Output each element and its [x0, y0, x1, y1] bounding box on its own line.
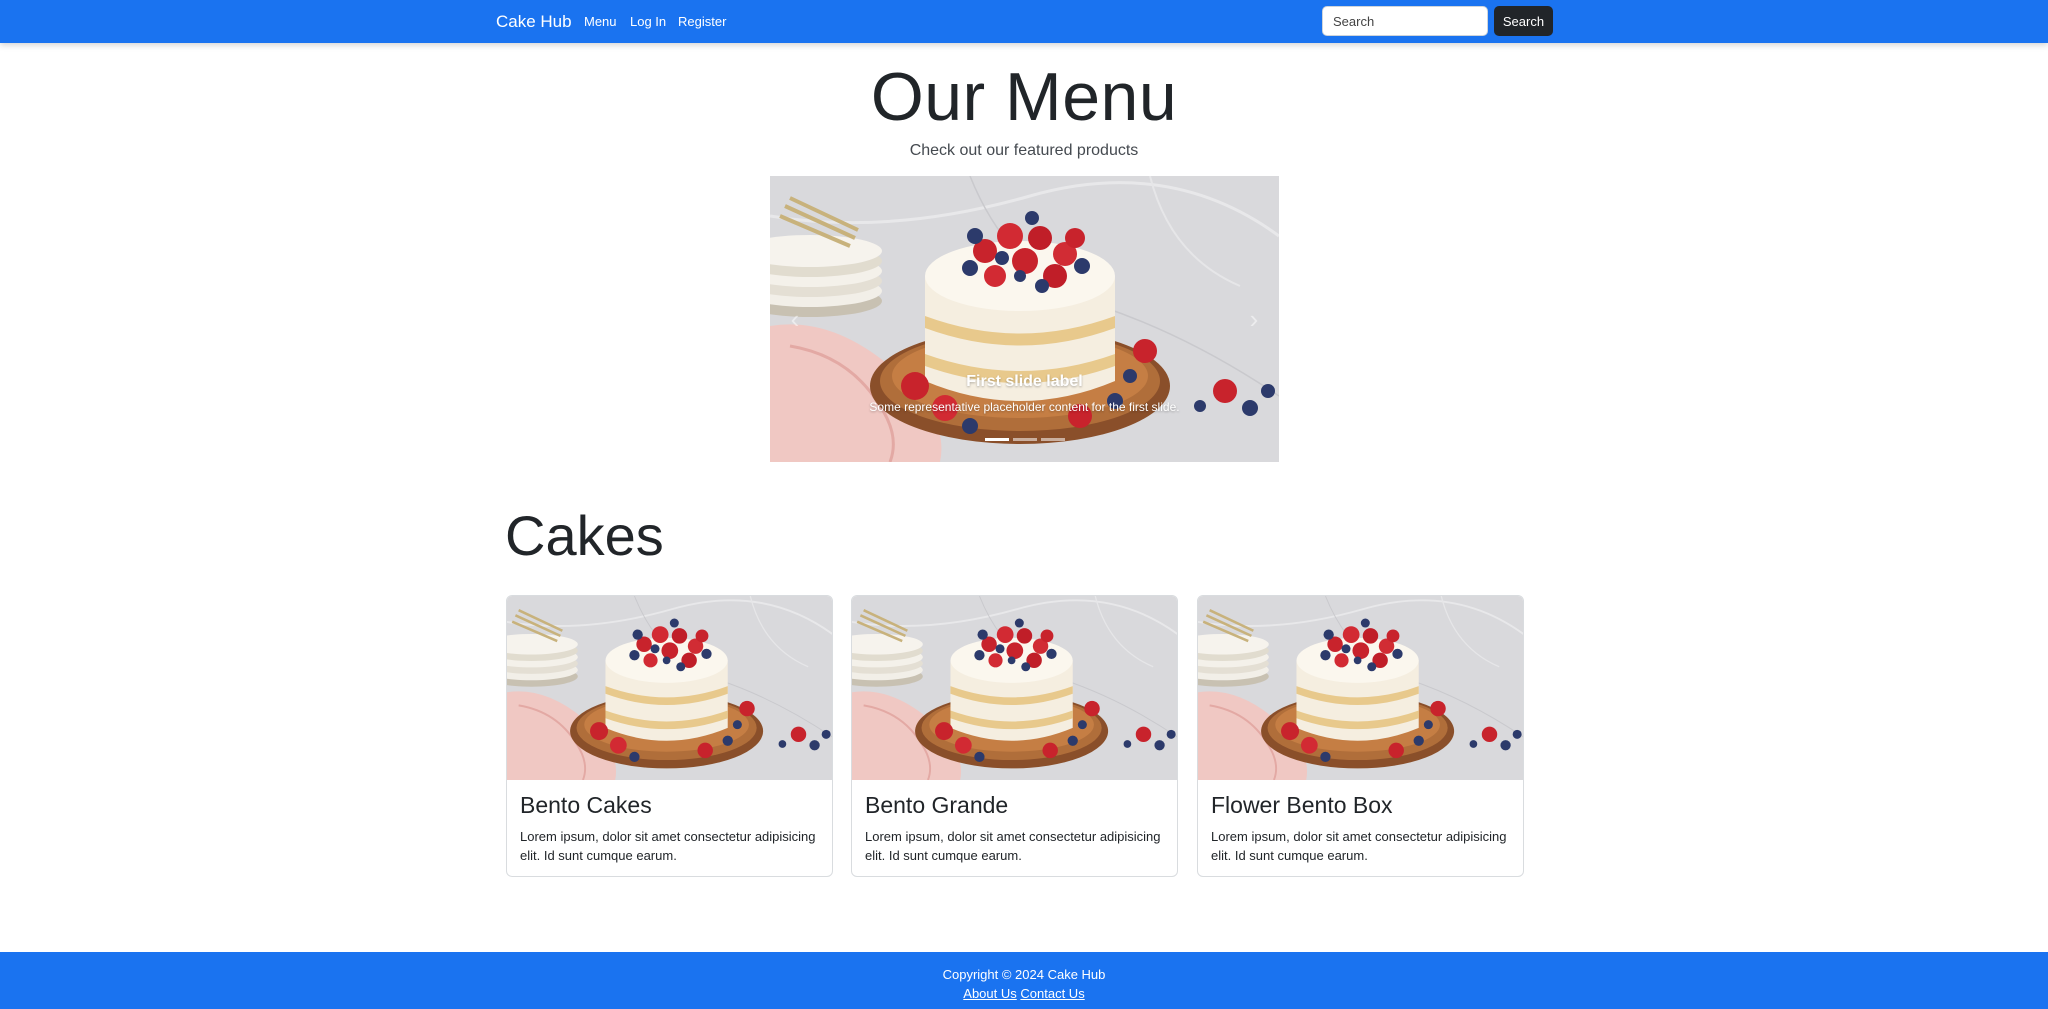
card-image [852, 596, 1177, 780]
carousel-caption-text: Some representative placeholder content … [869, 400, 1180, 414]
product-card[interactable]: Bento Cakes Lorem ipsum, dolor sit amet … [506, 595, 833, 877]
search-button[interactable]: Search [1494, 6, 1553, 36]
card-title: Flower Bento Box [1211, 792, 1393, 818]
product-card[interactable]: Flower Bento Box Lorem ipsum, dolor sit … [1197, 595, 1524, 877]
brand-link[interactable]: Cake Hub [496, 12, 572, 32]
footer: Copyright © 2024 Cake Hub About Us Conta… [0, 952, 2048, 1009]
featured-carousel: ‹ › First slide label Some representativ… [770, 176, 1279, 462]
nav-link-login[interactable]: Log In [630, 14, 666, 29]
product-card[interactable]: Bento Grande Lorem ipsum, dolor sit amet… [851, 595, 1178, 877]
carousel-caption-title: First slide label [966, 373, 1083, 390]
card-text: Lorem ipsum, dolor sit amet consectetur … [865, 829, 1161, 863]
carousel-slide-image [770, 176, 1279, 462]
card-image [1198, 596, 1523, 780]
carousel-indicator-1[interactable] [984, 438, 1009, 441]
carousel-next-icon[interactable]: › [1239, 284, 1269, 354]
card-image [507, 596, 832, 780]
card-text: Lorem ipsum, dolor sit amet consectetur … [520, 829, 816, 863]
footer-links: About Us Contact Us [0, 986, 2048, 1001]
card-title: Bento Grande [865, 792, 1009, 818]
navbar: Cake Hub Menu Log In Register Search [0, 0, 2048, 43]
carousel-indicator-2[interactable] [1012, 438, 1037, 441]
footer-link-about[interactable]: About Us [963, 986, 1016, 1001]
carousel-indicators [770, 438, 1279, 441]
page-title: Our Menu [870, 59, 1178, 135]
section-title-cakes: Cakes [505, 504, 664, 567]
card-text: Lorem ipsum, dolor sit amet consectetur … [1211, 829, 1507, 863]
carousel-prev-icon[interactable]: ‹ [780, 284, 810, 354]
search-input[interactable] [1322, 6, 1488, 36]
nav-link-register[interactable]: Register [678, 14, 726, 29]
page-subtitle: Check out our featured products [909, 142, 1139, 159]
nav-link-menu[interactable]: Menu [584, 14, 617, 29]
footer-copyright: Copyright © 2024 Cake Hub [942, 967, 1106, 982]
carousel-indicator-3[interactable] [1040, 438, 1065, 441]
footer-link-contact[interactable]: Contact Us [1020, 986, 1084, 1001]
card-title: Bento Cakes [520, 792, 652, 818]
